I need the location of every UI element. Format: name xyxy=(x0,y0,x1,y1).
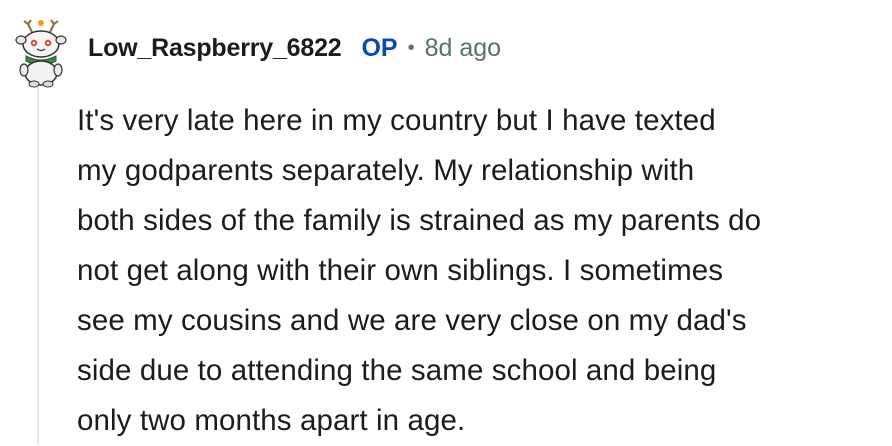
comment-timestamp[interactable]: 8d ago xyxy=(425,34,501,63)
comment-body-line: not get along with their own siblings. I… xyxy=(77,254,724,287)
comment-body-line: It's very late here in my country but I … xyxy=(77,104,716,137)
comment-body-line: see my cousins and we are very close on … xyxy=(77,304,747,337)
comment-body-line: my godparents separately. My relationshi… xyxy=(77,154,695,187)
comment-body-line: side due to attending the same school an… xyxy=(77,354,717,387)
comment-header: Low_Raspberry_6822 OP • 8d ago xyxy=(88,31,501,65)
comment: Low_Raspberry_6822 OP • 8d ago It's very… xyxy=(0,0,892,445)
op-badge: OP xyxy=(361,33,398,62)
author-username[interactable]: Low_Raspberry_6822 xyxy=(88,34,342,63)
avatar[interactable] xyxy=(12,18,70,88)
comment-body-line: both sides of the family is strained as … xyxy=(77,204,762,237)
snoo-avatar-icon xyxy=(15,19,67,88)
thread-line[interactable] xyxy=(37,86,39,445)
comment-body-line: only two months apart in age. xyxy=(77,404,466,437)
comment-body: It's very late here in my country but I … xyxy=(77,96,889,446)
meta-separator: • xyxy=(407,36,415,59)
